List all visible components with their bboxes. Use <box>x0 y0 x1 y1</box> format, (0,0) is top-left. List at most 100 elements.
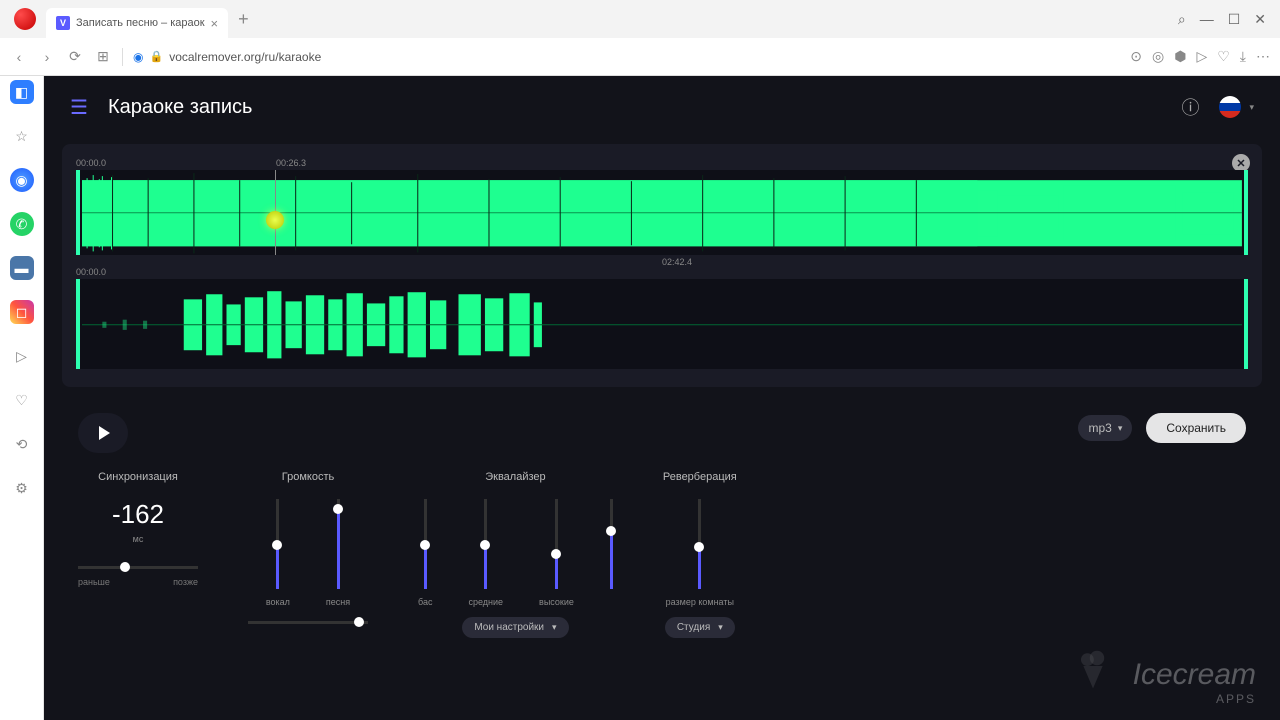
sidebar-messenger-icon[interactable]: ◉ <box>10 168 34 192</box>
song-volume-slider[interactable]: песня <box>326 499 350 607</box>
ext-play-icon[interactable]: ▷ <box>1196 48 1207 65</box>
eq-preset-value: Мои настройки <box>474 622 544 633</box>
track2-end-handle[interactable] <box>1244 279 1248 369</box>
balance-knob[interactable] <box>354 617 364 627</box>
sidebar-home-icon[interactable]: ◧ <box>10 80 34 104</box>
extra-label <box>610 597 613 607</box>
track2-start-handle[interactable] <box>76 279 80 369</box>
reload-button[interactable]: ⟳ <box>66 48 84 65</box>
eq-group: Эквалайзер бас средние высокие <box>418 471 613 638</box>
chevron-down-icon: ▾ <box>1118 423 1123 434</box>
sync-slider[interactable]: раньше позже <box>78 566 198 587</box>
waveform-graphic <box>82 170 1242 256</box>
track-start-handle[interactable] <box>76 170 80 255</box>
site-info-icon[interactable]: ◉ <box>133 50 143 64</box>
waveform2-graphic <box>82 279 1242 371</box>
sidebar-heart-icon[interactable]: ♡ <box>10 388 34 412</box>
sidebar-play-icon[interactable]: ▷ <box>10 344 34 368</box>
watermark-cone-icon <box>1076 650 1110 690</box>
song-label: песня <box>326 597 350 607</box>
minimize-icon[interactable]: — <box>1200 11 1214 28</box>
roomsize-knob[interactable] <box>694 542 704 552</box>
extra-slider[interactable] <box>610 499 613 607</box>
vocal-volume-slider[interactable]: вокал <box>266 499 290 607</box>
ext-heart-icon[interactable]: ♡ <box>1217 48 1230 65</box>
sync-right-label: позже <box>173 577 198 587</box>
watermark: Icecream APPS <box>1133 658 1256 706</box>
reverb-preset-select[interactable]: Студия ▾ <box>665 617 735 638</box>
search-window-icon[interactable]: ⌕ <box>1178 11 1186 28</box>
mixer-row: Синхронизация -162 мс раньше позже Громк… <box>44 453 1280 638</box>
bass-label: бас <box>418 597 432 607</box>
profile-icon[interactable]: ⋯ <box>1256 48 1270 65</box>
vocal-label: вокал <box>266 597 290 607</box>
lock-icon: 🔒 <box>149 50 163 63</box>
opera-logo-icon <box>14 8 36 30</box>
ext-camera-icon[interactable]: ◎ <box>1152 48 1164 65</box>
sidebar-settings-icon[interactable]: ⚙ <box>10 476 34 500</box>
balance-slider[interactable] <box>248 621 368 624</box>
high-knob[interactable] <box>551 549 561 559</box>
track1-mid-time: 02:42.4 <box>662 257 692 267</box>
help-icon[interactable]: ⓘ <box>1181 94 1199 120</box>
extra-knob[interactable] <box>606 526 616 536</box>
mid-knob[interactable] <box>480 540 490 550</box>
cursor-indicator-icon <box>266 211 284 229</box>
app-root: ☰ Караоке запись ⓘ ▾ ✕ 00:00.0 00:26.3 <box>44 76 1280 720</box>
sidebar-whatsapp-icon[interactable]: ✆ <box>10 212 34 236</box>
speed-dial-icon[interactable]: ⊞ <box>94 48 112 65</box>
high-label: высокие <box>539 597 574 607</box>
ext-shield-icon[interactable]: ⬢ <box>1174 48 1186 65</box>
sync-title: Синхронизация <box>98 471 178 483</box>
roomsize-label: размер комнаты <box>666 597 734 607</box>
track2-timecodes: 00:00.0 <box>76 267 1248 277</box>
format-value: mp3 <box>1088 421 1111 435</box>
sidebar-instagram-icon[interactable]: ◻ <box>10 300 34 324</box>
tab-title: Записать песню – караок <box>76 17 205 29</box>
vocal-knob[interactable] <box>272 540 282 550</box>
window-controls: ⌕ — ☐ ✕ <box>1178 11 1276 28</box>
sidebar-star-icon[interactable]: ☆ <box>10 124 34 148</box>
back-button[interactable]: ‹ <box>10 49 28 65</box>
format-select[interactable]: mp3 ▾ <box>1078 415 1132 441</box>
watermark-sub: APPS <box>1133 692 1256 706</box>
forward-button[interactable]: › <box>38 49 56 65</box>
sync-left-label: раньше <box>78 577 110 587</box>
address-bar: ‹ › ⟳ ⊞ ◉ 🔒 vocalremover.org/ru/karaoke … <box>0 38 1280 76</box>
tab-favicon-icon: V <box>56 16 70 30</box>
maximize-icon[interactable]: ☐ <box>1228 11 1241 28</box>
chevron-down-icon: ▾ <box>718 622 723 633</box>
browser-tab[interactable]: V Записать песню – караок × <box>46 8 228 38</box>
sync-unit: мс <box>133 534 144 544</box>
track-end-handle[interactable] <box>1244 170 1248 255</box>
play-button[interactable] <box>78 413 128 453</box>
sync-knob[interactable] <box>120 562 130 572</box>
high-slider[interactable]: высокие <box>539 499 574 607</box>
sync-value: -162 <box>112 499 164 530</box>
volume-group: Громкость вокал песня <box>248 471 368 624</box>
sidebar-history-icon[interactable]: ⟲ <box>10 432 34 456</box>
url-field[interactable]: ◉ 🔒 vocalremover.org/ru/karaoke <box>133 50 1120 64</box>
song-knob[interactable] <box>333 504 343 514</box>
language-selector[interactable] <box>1219 96 1241 118</box>
track2-waveform[interactable] <box>76 279 1248 369</box>
roomsize-slider[interactable]: размер комнаты <box>666 499 734 607</box>
bass-knob[interactable] <box>420 540 430 550</box>
menu-icon[interactable]: ☰ <box>70 95 88 120</box>
mid-slider[interactable]: средние <box>468 499 503 607</box>
sidebar-vk-icon[interactable]: ▬ <box>10 256 34 280</box>
download-icon[interactable]: ⤓ <box>1240 48 1246 65</box>
new-tab-button[interactable]: + <box>238 9 249 30</box>
bass-slider[interactable]: бас <box>418 499 432 607</box>
vocal-track[interactable]: 00:00.0 <box>76 267 1248 369</box>
waveform-panel: ✕ 00:00.0 00:26.3 <box>62 144 1262 387</box>
reverb-group: Реверберация размер комнаты Студия ▾ <box>663 471 737 638</box>
save-button[interactable]: Сохранить <box>1146 413 1246 443</box>
music-track[interactable]: 00:00.0 00:26.3 <box>76 158 1248 255</box>
close-window-icon[interactable]: ✕ <box>1254 11 1266 28</box>
ext-search-icon[interactable]: ⊙ <box>1130 48 1142 65</box>
tab-close-icon[interactable]: × <box>211 16 219 31</box>
track1-waveform[interactable] <box>76 170 1248 255</box>
language-chevron-icon[interactable]: ▾ <box>1249 102 1254 113</box>
eq-preset-select[interactable]: Мои настройки ▾ <box>462 617 568 638</box>
